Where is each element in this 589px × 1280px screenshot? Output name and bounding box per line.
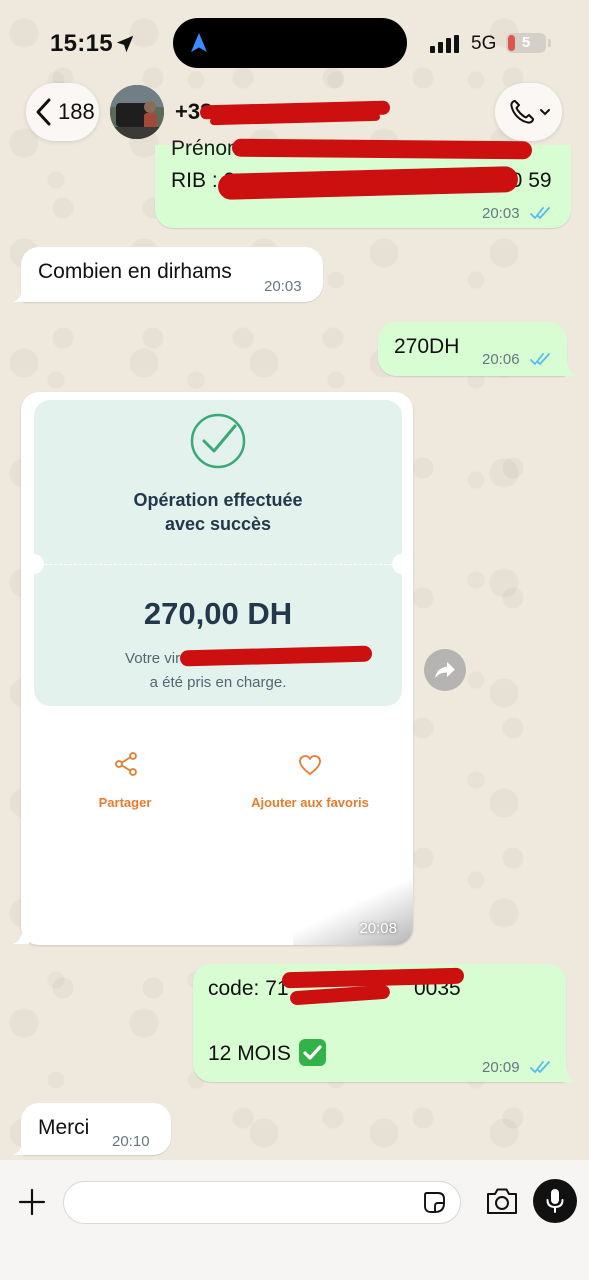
message-text: 270DH bbox=[394, 335, 460, 358]
bubble-tail bbox=[13, 928, 29, 944]
bubble-tail bbox=[13, 1139, 29, 1155]
back-button[interactable]: 188 bbox=[26, 83, 99, 141]
avatar-photo bbox=[110, 85, 164, 139]
contact-avatar[interactable] bbox=[110, 85, 164, 139]
bubble-tail bbox=[560, 1066, 576, 1082]
forward-button[interactable] bbox=[424, 649, 466, 691]
message-input[interactable] bbox=[63, 1181, 461, 1224]
phone-icon bbox=[509, 100, 534, 124]
favorite-label: Ajouter aux favoris bbox=[251, 795, 369, 810]
message-text: Combien en dirhams bbox=[38, 260, 232, 283]
navigation-arrow-icon bbox=[191, 33, 207, 52]
receipt-title: avec succès bbox=[164, 514, 272, 534]
share-label: Partager bbox=[98, 795, 152, 810]
message-text: 12 MOIS bbox=[208, 1042, 291, 1065]
receipt-notch bbox=[24, 554, 44, 574]
message-text: Merci bbox=[38, 1116, 90, 1139]
unread-count: 188 bbox=[58, 99, 95, 124]
status-time: 15:15 bbox=[50, 30, 113, 57]
read-receipt-icon bbox=[530, 1061, 550, 1073]
redaction-mark bbox=[231, 138, 533, 160]
receipt-amount: 270,00 DH bbox=[143, 596, 293, 631]
message-time: 20:10 bbox=[112, 1133, 150, 1150]
forward-arrow-icon bbox=[435, 662, 455, 679]
image-message-receipt[interactable]: Opération effectuée avec succès 270,00 D… bbox=[21, 392, 413, 945]
microphone-icon bbox=[546, 1189, 564, 1213]
dynamic-island bbox=[173, 18, 407, 68]
battery-icon: 5 bbox=[506, 33, 546, 53]
battery-cap bbox=[548, 39, 551, 47]
message-time: 20:08 bbox=[359, 920, 397, 937]
share-icon bbox=[115, 752, 137, 776]
receipt-card: Opération effectuée avec succès 270,00 D… bbox=[24, 400, 412, 706]
check-circle-icon bbox=[190, 413, 246, 469]
cellular-signal-icon bbox=[430, 35, 459, 53]
plus-icon[interactable] bbox=[16, 1186, 48, 1218]
receipt-title: Opération effectuée bbox=[133, 490, 303, 510]
message-bubble-outgoing[interactable]: 270DH 20:06 bbox=[378, 322, 567, 376]
location-arrow-icon bbox=[116, 35, 134, 53]
battery-level: 5 bbox=[521, 34, 531, 51]
microphone-button[interactable] bbox=[533, 1179, 577, 1223]
status-bar: 15:15 5G 5 bbox=[0, 0, 589, 86]
message-time: 20:09 bbox=[482, 1059, 520, 1076]
camera-icon[interactable] bbox=[485, 1186, 519, 1216]
message-time: 20:03 bbox=[482, 205, 520, 222]
sticker-icon[interactable] bbox=[423, 1191, 446, 1214]
chevron-down-icon bbox=[539, 109, 550, 116]
read-receipt-icon bbox=[530, 207, 550, 219]
message-bubble-incoming[interactable]: Merci 20:10 bbox=[21, 1103, 171, 1155]
read-receipt-icon bbox=[530, 353, 550, 365]
message-text: code: 71 bbox=[208, 977, 289, 1000]
message-bubble-incoming[interactable]: Combien en dirhams 20:03 bbox=[21, 247, 323, 302]
bubble-tail bbox=[561, 360, 577, 376]
message-time: 20:03 bbox=[264, 278, 302, 295]
message-time: 20:06 bbox=[482, 351, 520, 368]
receipt-description: a été pris en charge. bbox=[149, 674, 287, 691]
heart-icon bbox=[299, 755, 321, 775]
receipt-divider bbox=[34, 564, 402, 565]
receipt-notch bbox=[392, 554, 412, 574]
bubble-tail bbox=[13, 286, 29, 302]
network-type: 5G bbox=[471, 33, 497, 54]
chevron-left-icon bbox=[36, 98, 51, 126]
check-mark-emoji-icon bbox=[299, 1039, 326, 1066]
call-button[interactable] bbox=[495, 83, 562, 141]
